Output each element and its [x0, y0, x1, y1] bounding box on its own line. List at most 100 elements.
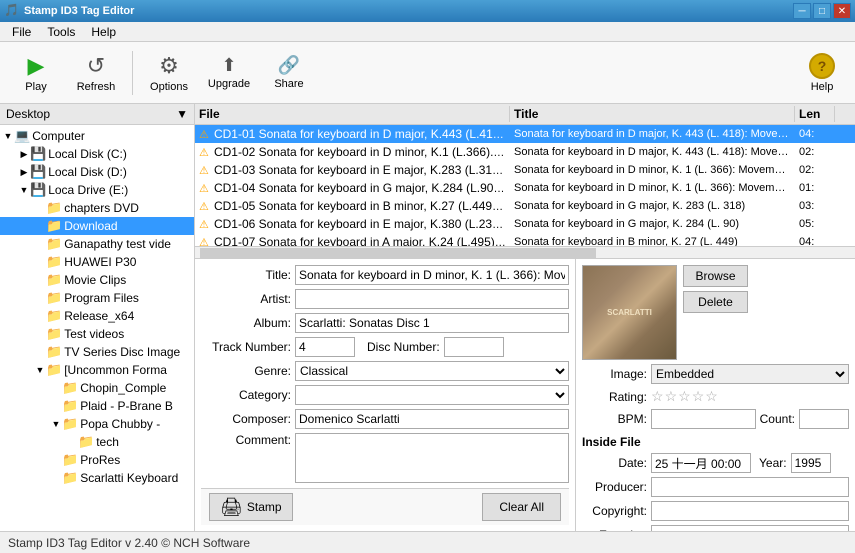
- file-cell-len: 05:: [795, 217, 835, 231]
- table-row[interactable]: ⚠ CD1-01 Sonata for keyboard in D major,…: [195, 125, 855, 143]
- menu-tools[interactable]: Tools: [39, 23, 83, 41]
- maximize-button[interactable]: □: [813, 3, 831, 19]
- refresh-button[interactable]: ↺ Refresh: [68, 47, 124, 99]
- expand-ganapathy: [34, 238, 46, 250]
- category-select[interactable]: [295, 385, 569, 405]
- close-button[interactable]: ✕: [833, 3, 851, 19]
- expand-chaptersDVD: [34, 202, 46, 214]
- tree-item-releaseX64[interactable]: 📁 Release_x64: [0, 307, 194, 325]
- title-input[interactable]: [295, 265, 569, 285]
- artist-input[interactable]: [295, 289, 569, 309]
- star-2[interactable]: ☆: [665, 388, 678, 405]
- help-button[interactable]: ? Help: [797, 47, 847, 99]
- track-input[interactable]: [295, 337, 355, 357]
- browse-button[interactable]: Browse: [683, 265, 748, 287]
- expand-computer: ▼: [2, 130, 14, 142]
- play-button[interactable]: ▶ Play: [8, 47, 64, 99]
- tvSeries-icon: 📁: [46, 344, 62, 360]
- tree-label-chaptersDVD: chapters DVD: [64, 201, 139, 215]
- tree-item-proRes[interactable]: 📁 ProRes: [0, 451, 194, 469]
- file-cell-name: ⚠ CD1-04 Sonata for keyboard in G major,…: [195, 180, 510, 196]
- tree-item-huawei[interactable]: 📁 HUAWEI P30: [0, 253, 194, 271]
- tree-item-ganapathy[interactable]: 📁 Ganapathy test vide: [0, 235, 194, 253]
- table-row[interactable]: ⚠ CD1-05 Sonata for keyboard in B minor,…: [195, 197, 855, 215]
- star-4[interactable]: ☆: [692, 388, 705, 405]
- title-bar-text: Stamp ID3 Tag Editor: [24, 5, 793, 17]
- count-input[interactable]: [799, 409, 849, 429]
- share-label: Share: [274, 78, 303, 90]
- tree-item-tvSeries[interactable]: 📁 TV Series Disc Image: [0, 343, 194, 361]
- tree-item-movieClips[interactable]: 📁 Movie Clips: [0, 271, 194, 289]
- table-row[interactable]: ⚠ CD1-04 Sonata for keyboard in G major,…: [195, 179, 855, 197]
- clear-all-button[interactable]: Clear All: [482, 493, 561, 521]
- tree-item-localC[interactable]: ▶ 💾 Local Disk (C:): [0, 145, 194, 163]
- encoder-input[interactable]: [651, 525, 849, 531]
- upgrade-button[interactable]: ⬆ Upgrade: [201, 47, 257, 99]
- comment-textarea[interactable]: [295, 433, 569, 483]
- genre-select[interactable]: Classical Rock Pop Jazz: [295, 361, 569, 381]
- menu-file[interactable]: File: [4, 23, 39, 41]
- tree-item-localE[interactable]: ▼ 💾 Loca Drive (E:): [0, 181, 194, 199]
- options-button[interactable]: ⚙ Options: [141, 47, 197, 99]
- huawei-icon: 📁: [46, 254, 62, 270]
- table-row[interactable]: ⚠ CD1-02 Sonata for keyboard in D minor,…: [195, 143, 855, 161]
- scarlatti-text: SCARLATTI: [607, 307, 652, 318]
- star-5[interactable]: ☆: [705, 388, 718, 405]
- tree-item-programFiles[interactable]: 📁 Program Files: [0, 289, 194, 307]
- minimize-button[interactable]: ─: [793, 3, 811, 19]
- table-row[interactable]: ⚠ CD1-06 Sonata for keyboard in E major,…: [195, 215, 855, 233]
- ganapathy-icon: 📁: [46, 236, 62, 252]
- proRes-icon: 📁: [62, 452, 78, 468]
- tag-editor: Title: Artist: Album: Track Number: Disc…: [195, 259, 855, 531]
- file-cell-title: Sonata for keyboard in D major, K. 443 (…: [510, 145, 795, 159]
- file-cell-len: 04:: [795, 235, 835, 246]
- tree-item-chaptersDVD[interactable]: 📁 chapters DVD: [0, 199, 194, 217]
- copyright-input[interactable]: [651, 501, 849, 521]
- delete-button[interactable]: Delete: [683, 291, 748, 313]
- menu-help[interactable]: Help: [83, 23, 124, 41]
- options-icon: ⚙: [159, 53, 179, 79]
- rating-stars[interactable]: ☆ ☆ ☆ ☆ ☆: [651, 388, 718, 405]
- tree-item-scarlattiKeyboard[interactable]: 📁 Scarlatti Keyboard: [0, 469, 194, 487]
- table-row[interactable]: ⚠ CD1-07 Sonata for keyboard in A major,…: [195, 233, 855, 246]
- tree-item-plaid[interactable]: 📁 Plaid - P-Brane B: [0, 397, 194, 415]
- table-row[interactable]: ⚠ CD1-03 Sonata for keyboard in E major,…: [195, 161, 855, 179]
- star-1[interactable]: ☆: [651, 388, 664, 405]
- programFiles-icon: 📁: [46, 290, 62, 306]
- upgrade-label: Upgrade: [208, 78, 250, 90]
- album-input[interactable]: [295, 313, 569, 333]
- tree-item-testVideos[interactable]: 📁 Test videos: [0, 325, 194, 343]
- image-select[interactable]: Embedded: [651, 364, 849, 384]
- date-input[interactable]: [651, 453, 751, 473]
- stamp-label: Stamp: [247, 500, 282, 514]
- stamp-button[interactable]: 🖨 Stamp: [209, 493, 293, 521]
- tree-item-localD[interactable]: ▶ 💾 Local Disk (D:): [0, 163, 194, 181]
- file-cell-title: Sonata for keyboard in D major, K. 443 (…: [510, 127, 795, 141]
- year-input[interactable]: [791, 453, 831, 473]
- bpm-input[interactable]: [651, 409, 756, 429]
- tree-item-download[interactable]: 📁 Download: [0, 217, 194, 235]
- file-cell-title: Sonata for keyboard in G major, K. 283 (…: [510, 199, 795, 213]
- file-list-body: ⚠ CD1-01 Sonata for keyboard in D major,…: [195, 125, 855, 246]
- expand-huawei: [34, 256, 46, 268]
- composer-input[interactable]: [295, 409, 569, 429]
- star-3[interactable]: ☆: [678, 388, 691, 405]
- expand-releaseX64: [34, 310, 46, 322]
- file-cell-len: 04:: [795, 127, 835, 141]
- image-row: Image: Embedded: [582, 364, 849, 384]
- share-button[interactable]: 🔗 Share: [261, 47, 317, 99]
- file-warning-icon: ⚠: [199, 219, 209, 231]
- file-list-scrollbar[interactable]: [195, 246, 855, 258]
- producer-input[interactable]: [651, 477, 849, 497]
- tree-item-chopinComple[interactable]: 📁 Chopin_Comple: [0, 379, 194, 397]
- tree-item-computer[interactable]: ▼ 💻 Computer: [0, 127, 194, 145]
- help-label: Help: [811, 81, 834, 93]
- file-cell-name: ⚠ CD1-01 Sonata for keyboard in D major,…: [195, 126, 510, 142]
- tree-item-popaChubby[interactable]: ▼ 📁 Popa Chubby -: [0, 415, 194, 433]
- tree-collapse-icon[interactable]: ▼: [176, 107, 188, 121]
- disc-input[interactable]: [444, 337, 504, 357]
- action-bar: 🖨 Stamp Clear All: [201, 488, 569, 525]
- tree-item-tech[interactable]: 📁 tech: [0, 433, 194, 451]
- tree-item-uncommonFormat[interactable]: ▼ 📁 [Uncommon Forma: [0, 361, 194, 379]
- tree-label-localE: Loca Drive (E:): [48, 183, 128, 197]
